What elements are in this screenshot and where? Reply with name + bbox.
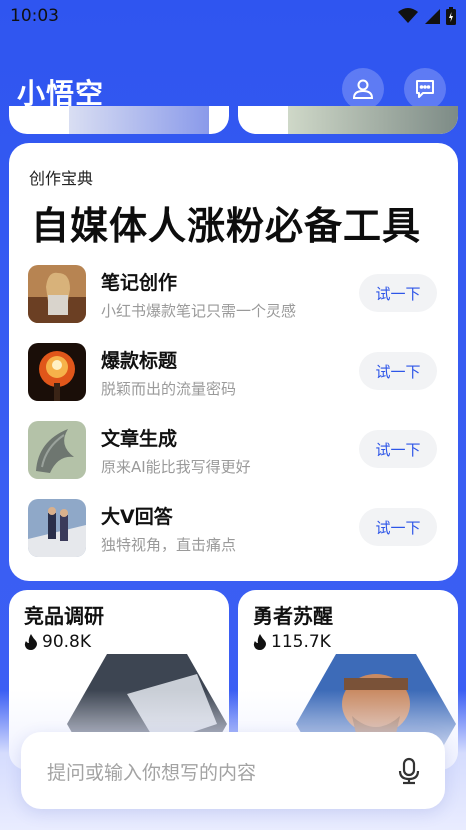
tool-thumbnail [28, 499, 86, 557]
try-button[interactable]: 试一下 [359, 508, 437, 546]
feature-hot-count: 90.8K [24, 632, 91, 652]
prompt-input-placeholder[interactable]: 提问或输入你想写的内容 [47, 758, 256, 785]
messages-button[interactable] [404, 68, 446, 110]
card-image [288, 106, 458, 134]
try-button[interactable]: 试一下 [359, 430, 437, 468]
tool-description: 原来AI能比我写得更好 [101, 458, 251, 476]
tool-thumbnail [28, 421, 86, 479]
creation-guide-card: 创作宝典 自媒体人涨粉必备工具 笔记创作 小红书爆款笔记只需一个灵感 试一下 爆… [9, 143, 458, 581]
hot-value: 90.8K [42, 632, 91, 652]
tool-description: 脱颖而出的流量密码 [101, 380, 237, 398]
chat-bubble-icon [416, 80, 434, 98]
tool-item-answer[interactable]: 大V回答 独特视角，直击痛点 试一下 [28, 499, 438, 559]
card-image [69, 106, 209, 134]
status-bar: 10:03 [0, 0, 466, 32]
tool-description: 独特视角，直击痛点 [101, 536, 237, 554]
wifi-icon [398, 8, 418, 23]
tool-description: 小红书爆款笔记只需一个灵感 [101, 302, 297, 320]
signal-icon [425, 9, 440, 24]
feature-title: 勇者苏醒 [253, 604, 333, 628]
try-button[interactable]: 试一下 [359, 274, 437, 312]
flame-icon [253, 634, 266, 650]
tool-thumbnail [28, 265, 86, 323]
try-button[interactable]: 试一下 [359, 352, 437, 390]
tool-item-notes[interactable]: 笔记创作 小红书爆款笔记只需一个灵感 试一下 [28, 265, 438, 325]
carousel-card-peek-left[interactable] [9, 106, 229, 134]
tool-name: 大V回答 [101, 506, 173, 528]
user-icon [352, 79, 374, 99]
feature-title: 竞品调研 [24, 604, 104, 628]
tool-item-title[interactable]: 爆款标题 脱颖而出的流量密码 试一下 [28, 343, 438, 403]
microphone-icon[interactable] [397, 757, 421, 785]
tool-name: 文章生成 [101, 428, 178, 450]
status-time: 10:03 [10, 6, 59, 26]
tool-name: 爆款标题 [101, 350, 178, 372]
tool-item-article[interactable]: 文章生成 原来AI能比我写得更好 试一下 [28, 421, 438, 481]
tool-name: 笔记创作 [101, 272, 178, 294]
profile-button[interactable] [342, 68, 384, 110]
tool-thumbnail [28, 343, 86, 401]
prompt-input-bar[interactable]: 提问或输入你想写的内容 [21, 732, 445, 809]
section-label: 创作宝典 [29, 169, 94, 188]
battery-icon [446, 7, 456, 25]
status-icons [398, 7, 456, 25]
hot-value: 115.7K [271, 632, 331, 652]
section-headline: 自媒体人涨粉必备工具 [31, 204, 422, 248]
flame-icon [24, 634, 37, 650]
carousel-card-peek-right[interactable] [238, 106, 458, 134]
feature-hot-count: 115.7K [253, 632, 331, 652]
